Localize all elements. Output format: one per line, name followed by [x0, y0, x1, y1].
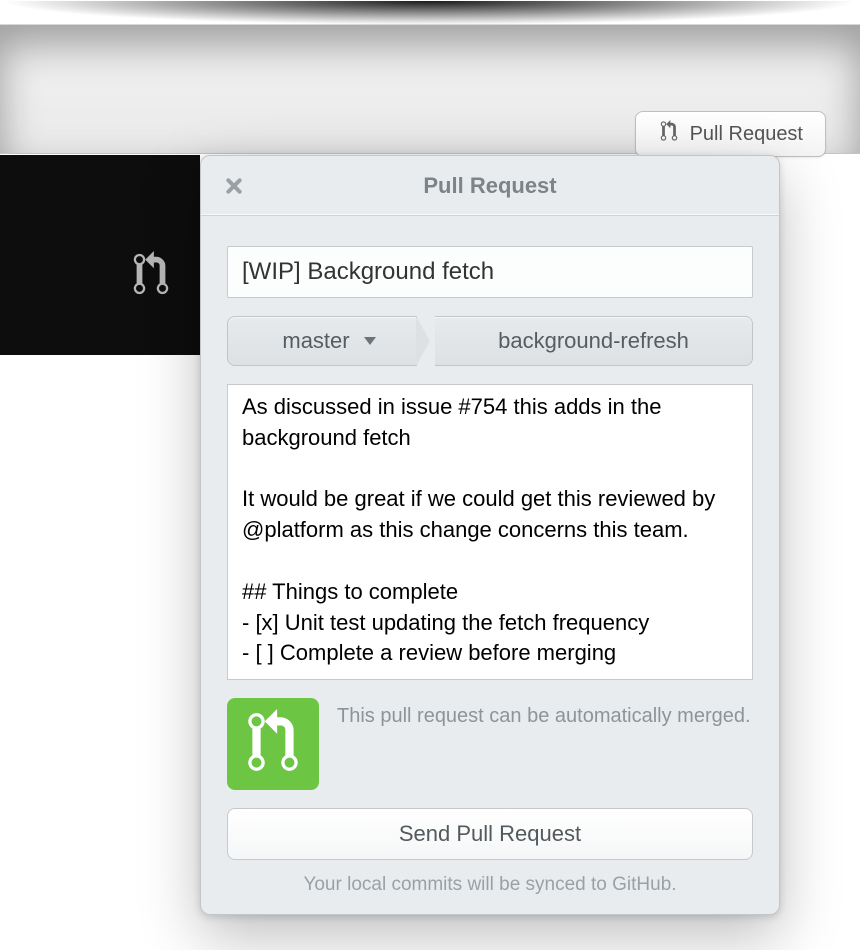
branch-arrow-icon	[417, 316, 435, 366]
chevron-down-icon	[364, 337, 376, 345]
pull-request-toolbar-button[interactable]: Pull Request	[635, 111, 826, 157]
pull-request-icon	[128, 251, 174, 302]
sync-footnote: Your local commits will be synced to Git…	[201, 874, 779, 914]
pull-request-icon	[658, 120, 680, 148]
popover-title: Pull Request	[423, 173, 556, 199]
base-branch-label: master	[282, 328, 349, 354]
window-toolbar: Pull Request	[0, 24, 860, 154]
head-branch-label: background-refresh	[435, 316, 753, 366]
head-branch-text: background-refresh	[498, 328, 689, 354]
sidebar-fragment	[0, 155, 200, 355]
merge-ok-badge	[227, 698, 319, 790]
toolbar-button-label: Pull Request	[690, 123, 803, 146]
close-icon[interactable]	[221, 174, 245, 198]
send-button-label: Send Pull Request	[399, 821, 581, 846]
pr-title-input[interactable]	[227, 246, 753, 298]
send-pull-request-button[interactable]: Send Pull Request	[227, 808, 753, 860]
pr-description-textarea[interactable]	[227, 384, 753, 680]
merge-status-row: This pull request can be automatically m…	[227, 698, 753, 790]
popover-body: master background-refresh This pull requ…	[201, 216, 779, 878]
popover-header: Pull Request	[201, 156, 779, 216]
base-branch-dropdown[interactable]: master	[227, 316, 417, 366]
pull-request-icon	[240, 709, 306, 780]
merge-status-text: This pull request can be automatically m…	[337, 698, 751, 730]
branch-selector: master background-refresh	[227, 316, 753, 366]
pull-request-popover: Pull Request master background-refresh T…	[200, 155, 780, 915]
